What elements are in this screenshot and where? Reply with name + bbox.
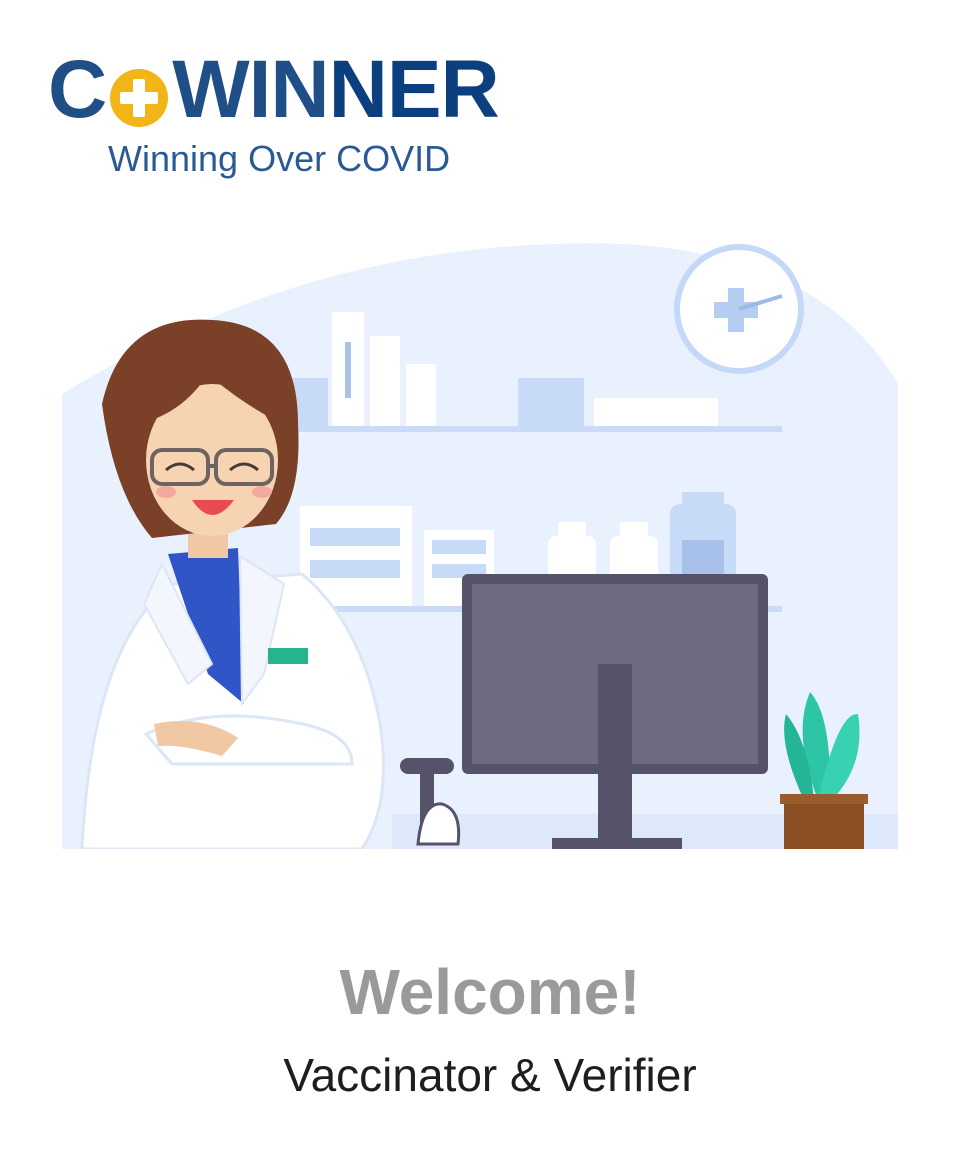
logo-tagline: Winning Over COVID — [108, 138, 451, 179]
plus-circle-icon — [108, 61, 170, 127]
doctor-illustration — [62, 204, 898, 851]
logo-wordmark: C WIN NER — [48, 44, 500, 136]
welcome-subtitle: Vaccinator & Verifier — [283, 1049, 697, 1101]
logo-part-ner: NER — [328, 44, 500, 135]
logo-part-win: WIN — [172, 44, 329, 135]
logo-letter-c: C — [48, 44, 107, 135]
welcome-title: Welcome! — [339, 956, 641, 1028]
clock-icon — [674, 244, 804, 374]
cowinner-logo: C WIN NER Winning Over COVID — [48, 44, 508, 184]
